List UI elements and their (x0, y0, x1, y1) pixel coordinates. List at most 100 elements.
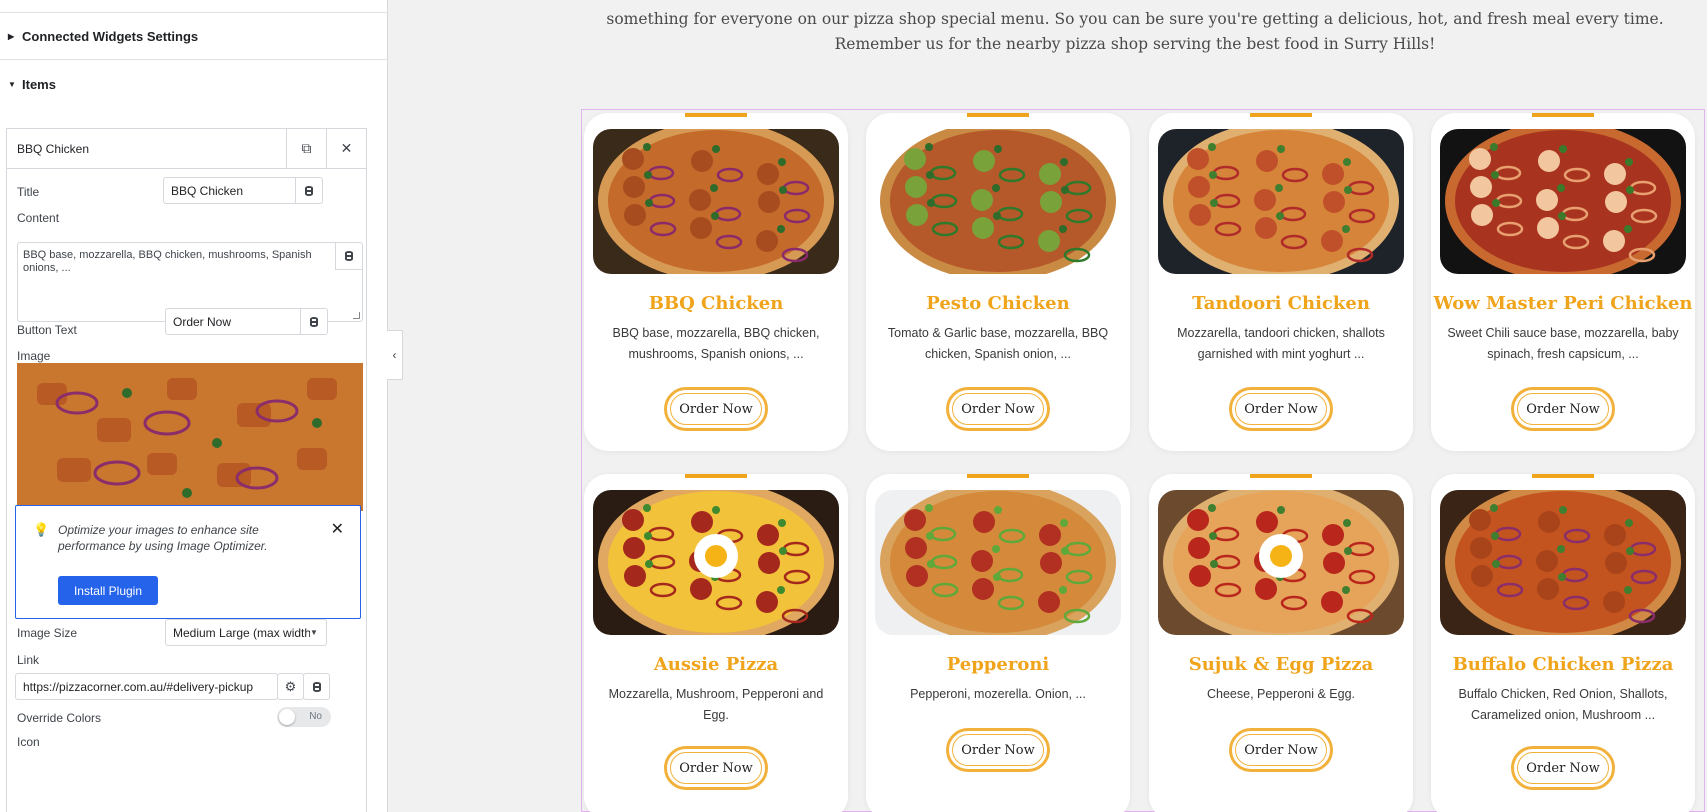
link-input-value[interactable]: https://pizzacorner.com.au/#delivery-pic… (16, 680, 277, 694)
order-now-label[interactable]: Order Now (952, 393, 1044, 425)
pizza-image (1158, 129, 1404, 274)
menu-card: Buffalo Chicken Pizza Buffalo Chicken, R… (1431, 474, 1695, 812)
card-title: Pesto Chicken (926, 293, 1070, 314)
button-text-label: Button Text (17, 323, 77, 337)
card-accent-bar (1250, 474, 1312, 478)
order-now-button[interactable]: Order Now (1511, 746, 1615, 790)
card-accent-bar (1250, 113, 1312, 117)
connected-widgets-section-header[interactable]: ▶ Connected Widgets Settings (0, 12, 387, 60)
button-text-input[interactable]: Order Now (165, 308, 328, 335)
intro-paragraph: something for everyone on our pizza shop… (606, 10, 1664, 53)
dynamic-tags-icon[interactable] (295, 178, 322, 203)
title-input-value[interactable]: BBQ Chicken (164, 184, 295, 198)
card-accent-bar (967, 474, 1029, 478)
collapse-panel-button[interactable]: ‹ (387, 330, 403, 380)
editor-panel: ▶ Connected Widgets Settings ▼ Items BBQ… (0, 0, 388, 812)
card-accent-bar (967, 113, 1029, 117)
chevron-down-icon[interactable]: ▼ (310, 628, 326, 637)
content-label: Content (17, 211, 60, 225)
pizza-image (1158, 490, 1404, 635)
resize-handle-icon[interactable] (353, 312, 360, 319)
pizza-image (875, 490, 1121, 635)
install-plugin-button[interactable]: Install Plugin (58, 576, 158, 605)
image-label: Image (17, 349, 51, 363)
dynamic-tags-icon[interactable] (300, 309, 327, 334)
card-accent-bar (1532, 113, 1594, 117)
order-now-button[interactable]: Order Now (946, 387, 1050, 431)
order-now-button[interactable]: Order Now (1229, 728, 1333, 772)
title-label: Title (17, 185, 40, 199)
card-title: Aussie Pizza (653, 654, 779, 675)
title-input[interactable]: BBQ Chicken (163, 177, 323, 204)
connected-widgets-heading: Connected Widgets Settings (22, 28, 199, 44)
card-title: BBQ Chicken (648, 293, 784, 314)
card-description: Tomato & Garlic base, mozzarella, BBQ ch… (887, 326, 1109, 361)
card-accent-bar (685, 113, 747, 117)
image-size-value[interactable]: Medium Large (max width 7 (166, 626, 310, 640)
card-title: Sujuk & Egg Pizza (1188, 654, 1374, 675)
card-description: Sweet Chili sauce base, mozzarella, baby… (1447, 326, 1679, 361)
toggle-state: No (309, 711, 322, 722)
order-now-label[interactable]: Order Now (670, 393, 762, 425)
menu-card: Aussie Pizza Mozzarella, Mushroom, Peppe… (584, 474, 848, 812)
card-title: Buffalo Chicken Pizza (1452, 654, 1674, 675)
menu-card: Sujuk & Egg Pizza Cheese, Pepperoni & Eg… (1149, 474, 1413, 812)
link-label: Link (17, 653, 40, 667)
menu-card: Pesto Chicken Tomato & Garlic base, mozz… (866, 113, 1130, 451)
card-title: Tandoori Chicken (1192, 293, 1370, 314)
repeater-item-header[interactable]: BBQ Chicken ⧉ ✕ (7, 128, 366, 169)
notice-message: Optimize your images to enhance site per… (58, 523, 268, 553)
card-description: Mozzarella, tandoori chicken, shallots g… (1177, 326, 1385, 361)
menu-card: BBQ Chicken BBQ base, mozzarella, BBQ ch… (584, 113, 848, 451)
override-colors-toggle[interactable]: No (277, 707, 331, 727)
card-accent-bar (1532, 474, 1594, 478)
card-description: Mozzarella, Mushroom, Pepperoni and Egg. (608, 687, 824, 722)
pizza-image (875, 129, 1121, 274)
button-text-input-value[interactable]: Order Now (166, 315, 300, 329)
caret-down-icon: ▼ (8, 79, 16, 89)
order-now-label[interactable]: Order Now (1235, 393, 1327, 425)
content-textarea-value[interactable]: BBQ base, mozzarella, BBQ chicken, mushr… (23, 249, 312, 274)
card-title: Pepperoni (946, 654, 1050, 675)
order-now-button[interactable]: Order Now (664, 746, 768, 790)
image-size-label: Image Size (17, 626, 78, 640)
repeater-item-name[interactable]: BBQ Chicken (7, 142, 286, 156)
pizza-image (593, 490, 839, 635)
menu-card: Wow Master Peri Chicken Sweet Chili sauc… (1431, 113, 1695, 451)
toggle-knob (279, 709, 295, 725)
duplicate-icon[interactable]: ⧉ (286, 128, 326, 169)
items-heading: Items (22, 76, 56, 92)
pizza-image (1440, 490, 1686, 635)
image-size-select[interactable]: Medium Large (max width 7 ▼ (165, 619, 327, 646)
order-now-label[interactable]: Order Now (1517, 393, 1609, 425)
order-now-label[interactable]: Order Now (1517, 752, 1609, 784)
card-description: BBQ base, mozzarella, BBQ chicken, mushr… (612, 326, 820, 361)
dynamic-tags-icon[interactable] (335, 243, 362, 270)
menu-card: Tandoori Chicken Mozzarella, tandoori ch… (1149, 113, 1413, 451)
order-now-label[interactable]: Order Now (1235, 734, 1327, 766)
card-description: Pepperoni, mozerella. Onion, ... (910, 687, 1086, 701)
caret-right-icon: ▶ (8, 31, 15, 41)
card-title: Wow Master Peri Chicken (1433, 293, 1693, 314)
dynamic-tags-icon[interactable] (303, 673, 330, 700)
repeater-item: BBQ Chicken ⧉ ✕ Title BBQ Chicken Conten… (6, 128, 367, 812)
close-notice-icon[interactable]: ✕ (331, 519, 344, 539)
close-icon[interactable]: ✕ (326, 128, 366, 169)
icon-label: Icon (17, 735, 40, 749)
order-now-button[interactable]: Order Now (1229, 387, 1333, 431)
order-now-button[interactable]: Order Now (946, 728, 1050, 772)
order-now-button[interactable]: Order Now (664, 387, 768, 431)
lightbulb-icon: 💡 (33, 522, 50, 537)
link-options-gear-icon[interactable]: ⚙ (277, 673, 304, 700)
order-now-label[interactable]: Order Now (670, 752, 762, 784)
override-colors-label: Override Colors (17, 711, 102, 725)
link-input[interactable]: https://pizzacorner.com.au/#delivery-pic… (15, 673, 278, 700)
order-now-button[interactable]: Order Now (1511, 387, 1615, 431)
menu-card: Pepperoni Pepperoni, mozerella. Onion, .… (866, 474, 1130, 812)
pizza-image (593, 129, 839, 274)
image-optimizer-notice: 💡 Optimize your images to enhance site p… (15, 505, 361, 619)
order-now-label[interactable]: Order Now (952, 734, 1044, 766)
items-section-header[interactable]: ▼ Items (0, 60, 387, 108)
image-preview[interactable] (17, 363, 363, 511)
card-description: Buffalo Chicken, Red Onion, Shallots, Ca… (1458, 687, 1668, 722)
